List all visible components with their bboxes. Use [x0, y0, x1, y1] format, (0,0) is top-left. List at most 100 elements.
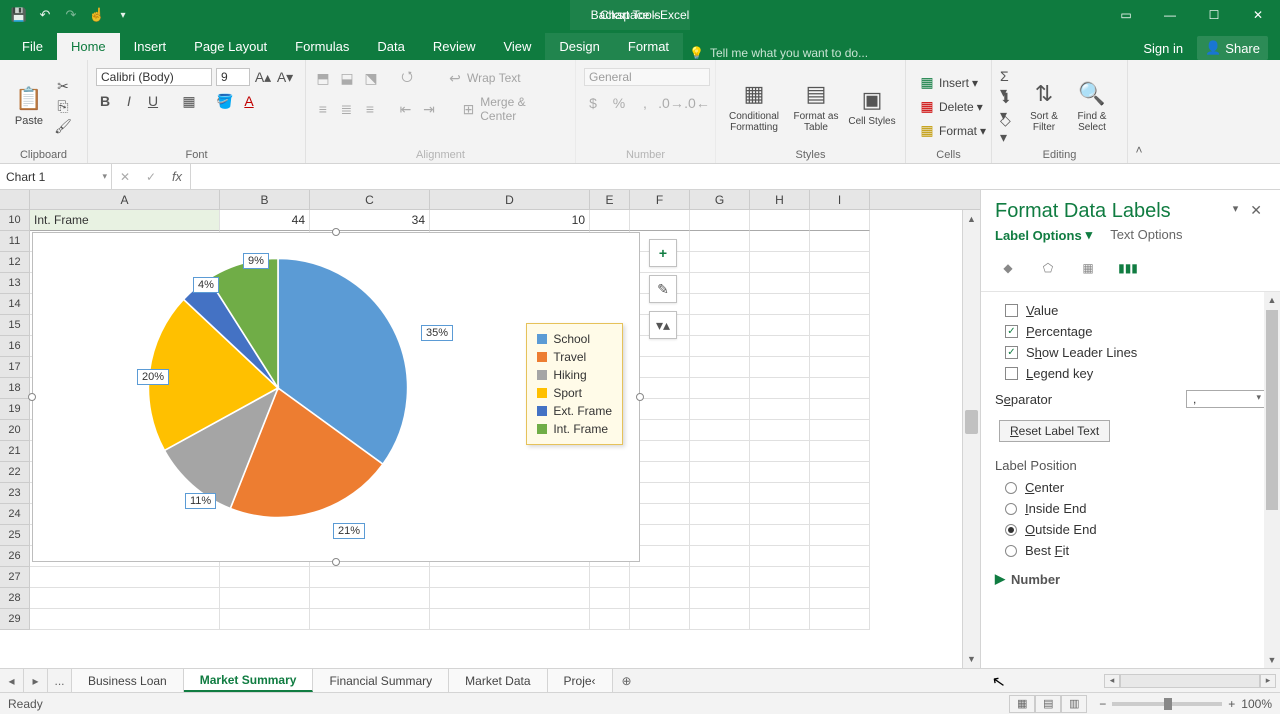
cell[interactable] [810, 504, 870, 525]
cell[interactable] [810, 567, 870, 588]
tab-label-options[interactable]: Label Options ▾ [995, 227, 1092, 243]
data-label[interactable]: 35% [421, 325, 453, 341]
cell[interactable] [690, 336, 750, 357]
collapse-ribbon-icon[interactable]: ˄ [1128, 60, 1150, 163]
cell[interactable] [690, 231, 750, 252]
select-all-corner[interactable] [0, 190, 30, 209]
ribbon-display-options-icon[interactable]: ▭ [1104, 0, 1148, 30]
cell[interactable]: 10 [430, 210, 590, 231]
row-header[interactable]: 27 [0, 567, 30, 588]
share-button[interactable]: 👤 Share [1197, 36, 1268, 60]
zoom-out-icon[interactable]: − [1099, 697, 1106, 711]
cell[interactable] [30, 609, 220, 630]
row-header[interactable]: 29 [0, 609, 30, 630]
resize-handle[interactable] [28, 393, 36, 401]
pie-chart[interactable] [143, 253, 413, 523]
find-select-button[interactable]: 🔍 Find & Select [1070, 81, 1114, 133]
cell[interactable] [690, 294, 750, 315]
align-left-icon[interactable]: ≡ [314, 100, 332, 118]
cell[interactable] [750, 399, 810, 420]
cell[interactable] [750, 462, 810, 483]
legend-item[interactable]: Hiking [537, 366, 612, 384]
cut-icon[interactable]: ✂ [54, 78, 72, 96]
row-header[interactable]: 23 [0, 483, 30, 504]
cell[interactable] [430, 588, 590, 609]
data-label[interactable]: 9% [243, 253, 269, 269]
column-header[interactable]: A [30, 190, 220, 209]
increase-font-icon[interactable]: A▴ [254, 68, 272, 86]
name-box[interactable]: Chart 1 [0, 164, 112, 189]
row-header[interactable]: 14 [0, 294, 30, 315]
scroll-up-icon[interactable]: ▲ [963, 210, 980, 228]
cell[interactable] [750, 483, 810, 504]
reset-label-text-button[interactable]: Reset Label Text [999, 420, 1110, 442]
data-label[interactable]: 11% [185, 493, 216, 509]
cell[interactable] [690, 462, 750, 483]
save-icon[interactable]: 💾 [8, 4, 30, 26]
cell[interactable] [630, 210, 690, 231]
orientation-icon[interactable]: ⭯ [398, 69, 416, 87]
cell[interactable] [750, 336, 810, 357]
cell[interactable] [690, 252, 750, 273]
cell[interactable] [810, 252, 870, 273]
qat-customize-icon[interactable]: ▾ [112, 4, 134, 26]
increase-decimal-icon[interactable]: .0→ [662, 94, 680, 112]
number-section[interactable]: ▶Number [995, 561, 1266, 587]
view-page-layout-icon[interactable]: ▤ [1035, 695, 1061, 713]
hscroll-right-icon[interactable]: ▸ [1260, 674, 1276, 688]
cell[interactable] [430, 609, 590, 630]
row-header[interactable]: 10 [0, 210, 30, 231]
legend-item[interactable]: School [537, 330, 612, 348]
cell[interactable] [630, 567, 690, 588]
cell[interactable] [810, 441, 870, 462]
cell[interactable] [810, 609, 870, 630]
align-bottom-icon[interactable]: ⬔ [362, 69, 380, 87]
maximize-icon[interactable]: ☐ [1192, 0, 1236, 30]
cell[interactable] [690, 546, 750, 567]
checkbox-percentage[interactable]: Percentage [995, 321, 1266, 342]
radio-outside-end[interactable]: Outside End [995, 519, 1266, 540]
sheet-tab[interactable]: Proje‹ [548, 669, 613, 692]
chart-styles-button[interactable]: ✎ [649, 275, 677, 303]
percent-format-icon[interactable]: % [610, 94, 628, 112]
data-label[interactable]: 4% [193, 277, 219, 293]
cell[interactable] [690, 567, 750, 588]
cell[interactable] [750, 546, 810, 567]
decrease-indent-icon[interactable]: ⇤ [397, 100, 415, 118]
column-header[interactable]: D [430, 190, 590, 209]
tab-chart-format[interactable]: Format [614, 33, 683, 60]
redo-icon[interactable]: ↷ [60, 4, 82, 26]
fill-color-icon[interactable]: 🪣 [216, 92, 234, 110]
legend-item[interactable]: Int. Frame [537, 420, 612, 438]
label-options-icon[interactable]: ▮▮▮ [1115, 255, 1141, 281]
horizontal-scrollbar[interactable]: ◂ ▸ [641, 669, 1280, 692]
view-page-break-icon[interactable]: ▥ [1061, 695, 1087, 713]
font-color-icon[interactable]: A [240, 92, 258, 110]
increase-indent-icon[interactable]: ⇥ [420, 100, 438, 118]
sheet-tab[interactable]: Market Data [449, 669, 547, 692]
chart-add-element-button[interactable]: + [649, 239, 677, 267]
tab-insert[interactable]: Insert [120, 33, 181, 60]
cell[interactable] [220, 609, 310, 630]
cell[interactable] [750, 315, 810, 336]
data-label[interactable]: 21% [333, 523, 365, 539]
checkbox-legend-key[interactable]: Legend key [995, 363, 1266, 384]
tell-me-search[interactable]: 💡 Tell me what you want to do... [689, 46, 1143, 60]
column-header[interactable]: H [750, 190, 810, 209]
font-size-select[interactable]: 9 [216, 68, 250, 86]
cell[interactable] [810, 210, 870, 231]
cell[interactable] [590, 609, 630, 630]
cell[interactable] [750, 378, 810, 399]
column-header[interactable]: I [810, 190, 870, 209]
column-header[interactable]: F [630, 190, 690, 209]
accounting-format-icon[interactable]: $ [584, 94, 602, 112]
tab-data[interactable]: Data [363, 33, 418, 60]
minimize-icon[interactable]: — [1148, 0, 1192, 30]
decrease-font-icon[interactable]: A▾ [276, 68, 294, 86]
cell[interactable] [810, 525, 870, 546]
paste-button[interactable]: 📋 Paste [8, 85, 50, 127]
cell[interactable] [810, 273, 870, 294]
cell[interactable] [810, 483, 870, 504]
comma-format-icon[interactable]: , [636, 94, 654, 112]
row-header[interactable]: 22 [0, 462, 30, 483]
